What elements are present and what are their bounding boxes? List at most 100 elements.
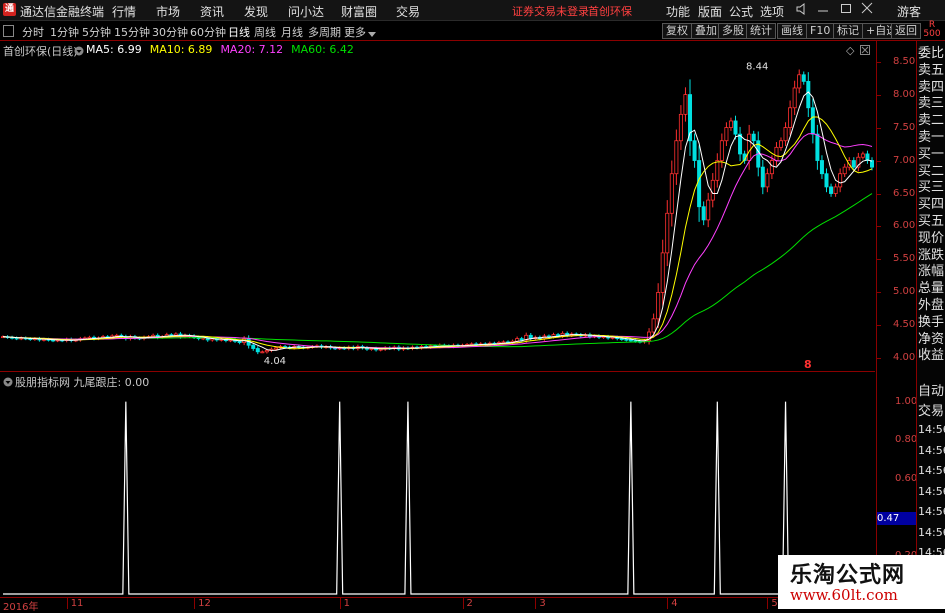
diamond-icon[interactable]: ◇ [846,44,854,57]
candle-body[interactable] [838,173,843,188]
candle-body[interactable] [760,166,765,188]
candle-body[interactable] [710,179,715,201]
side-item[interactable]: 外盘 [918,298,944,314]
btn-back[interactable]: 返回 [891,23,921,39]
candle-body[interactable] [519,338,524,341]
btn-draw[interactable]: 画线 [777,23,807,39]
candle-body[interactable] [806,80,811,109]
minimize-icon[interactable] [817,1,829,18]
side-item[interactable]: 委比 [918,46,944,62]
candle-body[interactable] [660,252,665,293]
menu-function[interactable]: 功能 [666,3,690,20]
candle-body[interactable] [851,160,856,168]
candle-body[interactable] [819,160,824,175]
candle-body[interactable] [783,127,788,142]
candle-body[interactable] [728,120,733,128]
btn-f10[interactable]: F10 [806,23,835,39]
candle-body[interactable] [870,160,875,168]
menu-quotes[interactable]: 行情 [112,3,136,20]
btn-mark[interactable]: 标记 [833,23,863,39]
candle-body[interactable] [765,173,770,188]
candle-body[interactable] [701,206,706,221]
candle-body[interactable] [833,186,838,194]
tab-60min[interactable]: 60分钟 [190,24,226,40]
candle-body[interactable] [255,348,260,353]
menu-formula[interactable]: 公式 [729,3,753,20]
menu-assistant[interactable]: 问小达 [288,3,324,20]
candle-body[interactable] [792,87,797,109]
tab-daily[interactable]: 日线 [228,24,250,40]
side-item[interactable]: 买四 [918,197,944,213]
tab-more[interactable]: 更多 [344,24,366,40]
side-item[interactable]: 卖三 [918,96,944,112]
candle-body[interactable] [678,113,683,142]
candle-body[interactable] [788,107,793,128]
tab-multi-period[interactable]: 多周期 [308,24,341,40]
candle-body[interactable] [824,173,829,188]
login-warning[interactable]: 证券交易未登录 [512,3,589,19]
candle-body[interactable] [237,340,242,343]
candle-body[interactable] [619,338,624,341]
btn-adjust[interactable]: 复权 [662,23,692,39]
tab-1min[interactable]: 1分钟 [50,24,79,40]
candle-body[interactable] [724,127,729,142]
candle-body[interactable] [801,74,806,82]
legend-toggle-icon[interactable] [74,45,84,59]
candle-body[interactable] [779,140,784,148]
side-item[interactable]: 买五 [918,214,944,230]
maximize-icon[interactable] [840,1,852,18]
candle-body[interactable] [264,350,269,353]
side-item[interactable]: 买三 [918,180,944,196]
candle-body[interactable] [656,292,661,320]
panel-toggle-icon[interactable] [3,25,14,37]
side-item[interactable]: 总量 [918,281,944,297]
candle-body[interactable] [692,140,697,161]
menu-discover[interactable]: 发现 [244,3,268,20]
candle-body[interactable] [251,344,256,349]
candle-body[interactable] [260,351,265,354]
side-item[interactable]: 卖一 [918,130,944,146]
menu-news[interactable]: 资讯 [200,3,224,20]
side-item[interactable]: 净资 [918,332,944,348]
close-panel-icon[interactable] [860,44,870,58]
tab-30min[interactable]: 30分钟 [152,24,188,40]
candle-body[interactable] [624,338,629,341]
candle-body[interactable] [797,74,802,89]
candle-body[interactable] [815,133,820,161]
menu-market[interactable]: 市场 [156,3,180,20]
candle-body[interactable] [715,160,720,181]
candle-body[interactable] [633,340,638,342]
speaker-icon[interactable] [796,2,808,19]
side-item[interactable]: 卖四 [918,80,944,96]
side-item[interactable]: 卖五 [918,63,944,79]
chevron-down-icon[interactable] [368,27,376,41]
close-icon[interactable] [861,1,873,18]
candle-body[interactable] [747,133,752,161]
candle-body[interactable] [733,120,738,135]
candle-body[interactable] [774,146,779,161]
side-item[interactable]: 涨幅 [918,264,944,280]
tab-monthly[interactable]: 月线 [281,24,303,40]
indicator-toggle-icon[interactable] [3,376,13,390]
candle-body[interactable] [860,153,865,158]
side-item[interactable]: 买一 [918,147,944,163]
candle-body[interactable] [769,160,774,175]
candle-body[interactable] [87,336,92,339]
menu-wealth[interactable]: 财富圈 [341,3,377,20]
candle-body[interactable] [674,140,679,175]
side-item[interactable]: 卖二 [918,113,944,129]
tab-intraday[interactable]: 分时 [22,24,44,40]
candle-body[interactable] [810,107,815,135]
user-label[interactable]: 游客 [897,3,921,20]
side-item[interactable]: 收益 [918,348,944,364]
candle-body[interactable] [628,339,633,342]
candle-body[interactable] [665,212,670,254]
candle-body[interactable] [842,166,847,175]
candle-body[interactable] [719,140,724,161]
candle-body[interactable] [829,186,834,194]
kline-chart[interactable]: 8.44 4.04 [0,41,875,371]
candle-body[interactable] [751,133,756,142]
side-item[interactable]: 自动 [918,384,944,400]
candle-body[interactable] [651,318,656,333]
tab-5min[interactable]: 5分钟 [82,24,111,40]
